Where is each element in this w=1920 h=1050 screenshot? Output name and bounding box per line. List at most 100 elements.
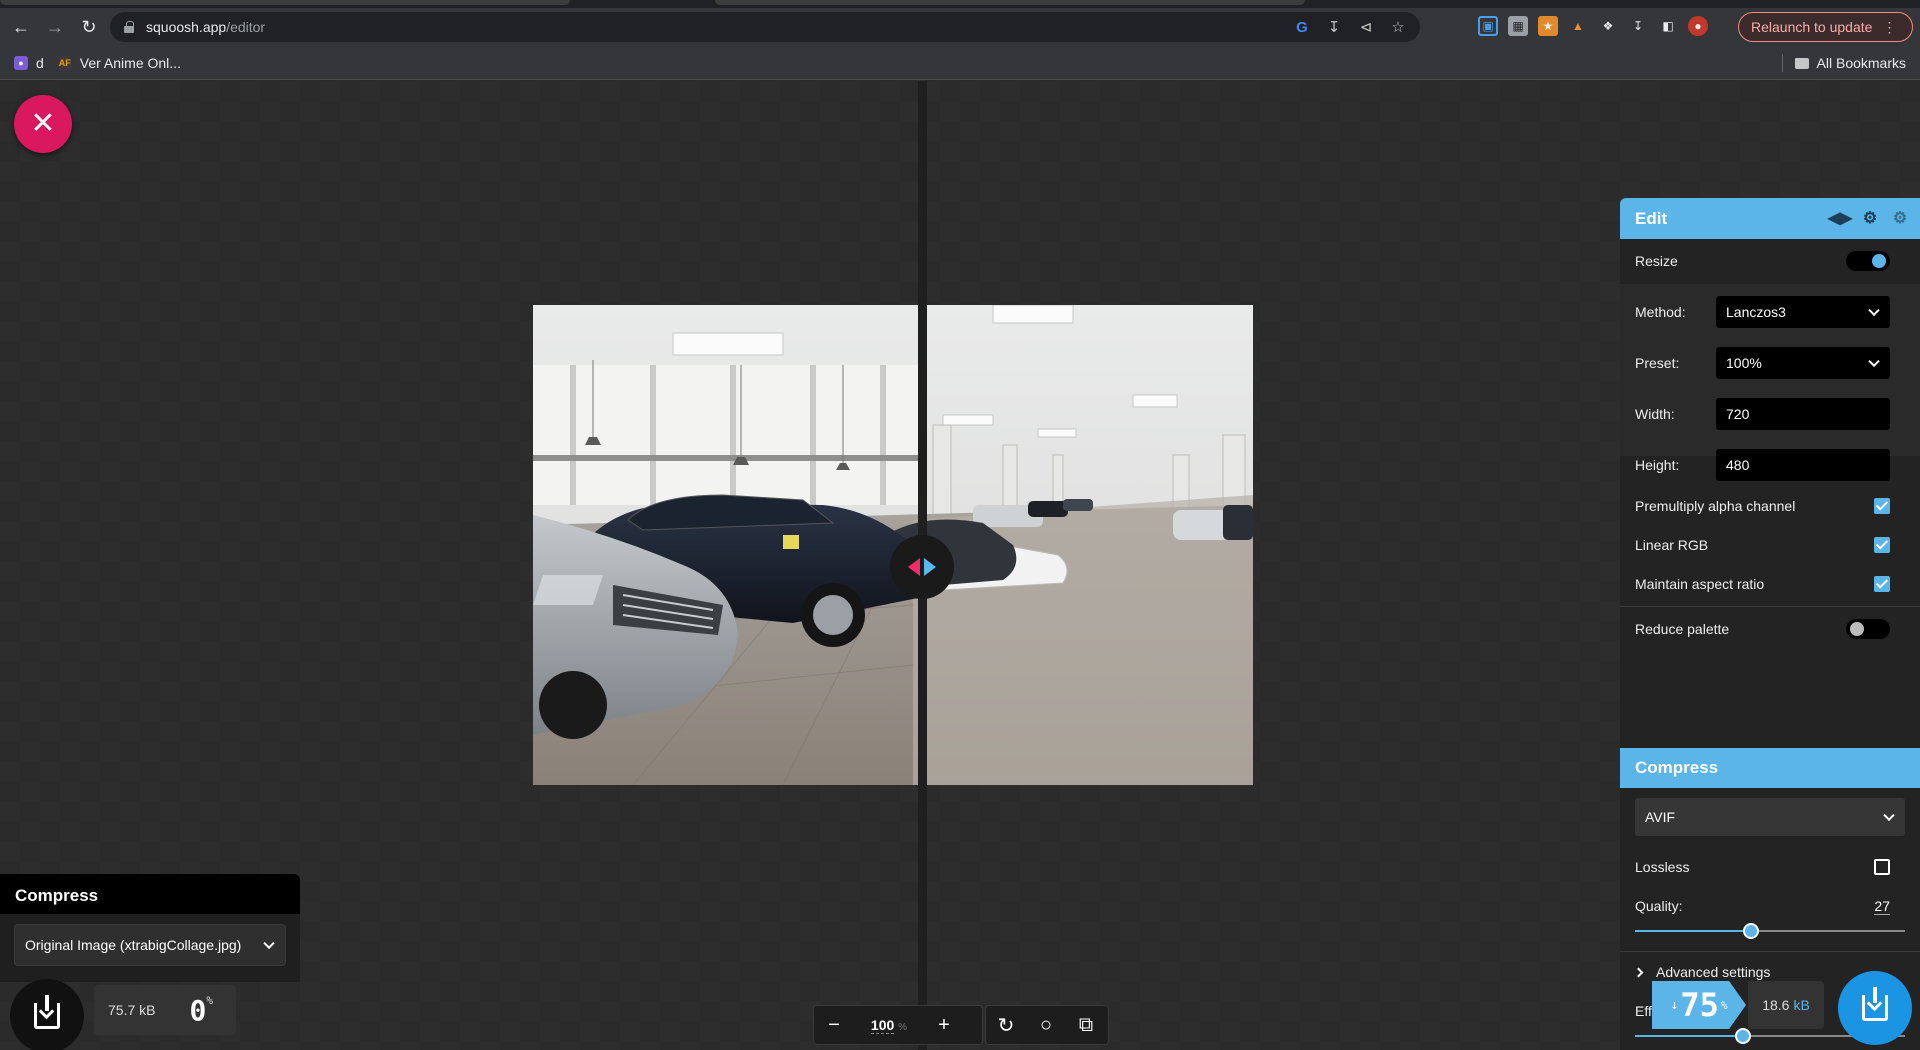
preview-image[interactable] (533, 305, 1253, 785)
reduce-palette-toggle[interactable] (1846, 619, 1890, 639)
height-label: Height: (1635, 457, 1680, 473)
folder-icon (1794, 57, 1809, 69)
quality-value[interactable]: 27 (1874, 898, 1890, 915)
resize-toggle[interactable] (1846, 251, 1890, 271)
width-row: Width: 720 (1635, 398, 1905, 430)
forward-arrow-icon[interactable]: → (42, 14, 68, 40)
advanced-settings-toggle[interactable]: Advanced settings (1633, 964, 1771, 980)
more-menu-icon[interactable]: ⋮ (1882, 19, 1896, 36)
format-value: AVIF (1645, 809, 1676, 825)
bookmark-label: Ver Anime Onl... (79, 54, 181, 71)
all-bookmarks-button[interactable]: All Bookmarks (1781, 54, 1906, 72)
method-select[interactable]: Lanczos3 (1716, 296, 1890, 328)
compressed-size-info: ↓ 75% 18.6 kB (1652, 981, 1824, 1031)
lossless-label: Lossless (1635, 859, 1690, 875)
bookmarks-divider (1781, 54, 1783, 72)
screenshot-extension-icon[interactable]: ▣ (1478, 16, 1498, 36)
rotate-icon[interactable]: ↻ (986, 1006, 1026, 1044)
download-compressed-button[interactable] (1838, 971, 1912, 1045)
linear-rgb-row: Linear RGB (1635, 535, 1905, 555)
zoom-in-button[interactable]: + (924, 1006, 964, 1044)
swap-sides-icon[interactable]: ◀▶ (1828, 208, 1853, 228)
quality-label: Quality: (1635, 898, 1683, 914)
edit-title: Edit (1635, 208, 1668, 228)
lossless-checkbox[interactable] (1874, 859, 1890, 875)
reload-icon[interactable]: ↻ (76, 14, 102, 40)
extension-icon-3[interactable]: ★ (1538, 16, 1558, 36)
install-app-icon[interactable]: ↧ (1324, 17, 1344, 37)
compress-header: Compress (1620, 748, 1920, 788)
resize-label: Resize (1635, 253, 1678, 269)
advanced-settings-label: Advanced settings (1656, 964, 1771, 980)
savings-badge: ↓ 75% (1652, 981, 1746, 1029)
aspect-ratio-label: Maintain aspect ratio (1635, 576, 1765, 592)
close-editor-button[interactable]: ✕ (14, 95, 72, 153)
share-icon[interactable]: ⊲ (1356, 17, 1376, 37)
quality-slider-thumb[interactable] (1742, 923, 1759, 939)
background-toggle-icon[interactable]: ○ (1026, 1006, 1066, 1044)
preset-row: Preset: 100% (1635, 347, 1905, 379)
zoom-level[interactable]: 100 % (854, 1017, 924, 1034)
tab-right[interactable] (715, 0, 1305, 5)
split-scrubber-handle[interactable] (890, 535, 954, 599)
extension-icon-4[interactable]: ▲ (1568, 16, 1588, 36)
extensions-puzzle-icon[interactable]: ❖ (1598, 16, 1618, 36)
reduce-palette-label: Reduce palette (1635, 621, 1730, 637)
fit-to-screen-icon[interactable]: ⧉ (1066, 1006, 1106, 1044)
editor-stage[interactable]: ✕ Compress Original Image (xtrabigCollag… (0, 81, 1920, 1050)
bookmark-item[interactable]: ● d (14, 55, 44, 71)
compress-title: Compress (1635, 758, 1719, 777)
import-settings-icon[interactable]: ⚙ (1890, 208, 1910, 228)
format-select[interactable]: AVIF (1635, 798, 1905, 836)
premultiply-label: Premultiply alpha channel (1635, 498, 1796, 514)
zoom-controls: − 100 % + (813, 1005, 983, 1045)
premultiply-row: Premultiply alpha channel (1635, 496, 1905, 516)
downloads-icon[interactable]: ↧ (1628, 16, 1648, 36)
preset-label: Preset: (1635, 355, 1680, 371)
left-format-select[interactable]: Original Image (xtrabigCollage.jpg) (14, 924, 286, 966)
height-row: Height: 480 (1635, 449, 1905, 481)
close-icon: ✕ (30, 107, 56, 140)
download-icon (34, 995, 60, 1029)
bookmark-star-icon[interactable]: ☆ (1388, 17, 1408, 37)
original-size-info: 75.7 kB 0% (94, 985, 236, 1035)
download-original-button[interactable] (10, 979, 84, 1050)
resize-row: Resize (1635, 250, 1905, 272)
chevron-down-icon (1868, 304, 1880, 317)
premultiply-checkbox[interactable] (1874, 498, 1890, 514)
back-arrow-icon[interactable]: ← (8, 14, 34, 40)
zoom-out-button[interactable]: − (814, 1006, 854, 1044)
edit-header: Edit ◀▶ ⚙ ⚙ (1620, 198, 1920, 239)
copy-settings-icon[interactable]: ⚙ (1860, 208, 1880, 228)
profile-avatar-icon[interactable]: ● (1688, 16, 1708, 36)
extension-icon-2[interactable]: ▦ (1508, 16, 1528, 36)
side-panel-icon[interactable]: ◧ (1658, 16, 1678, 36)
aspect-ratio-row: Maintain aspect ratio (1635, 574, 1905, 594)
preset-select[interactable]: 100% (1716, 347, 1890, 379)
chevron-right-icon (1633, 967, 1644, 977)
aspect-ratio-checkbox[interactable] (1874, 576, 1890, 592)
divider (1620, 606, 1920, 607)
original-percent: 0% (189, 993, 213, 1027)
width-label: Width: (1635, 406, 1675, 422)
tab-left[interactable] (0, 0, 570, 5)
bookmark-item[interactable]: AF Ver Anime Onl... (57, 54, 181, 71)
google-icon[interactable]: G (1292, 17, 1312, 37)
address-bar[interactable]: squoosh.app/editor G ↧ ⊲ ☆ (110, 12, 1420, 42)
bookmark-favicon-icon: ● (14, 55, 28, 70)
right-edit-panel: Edit ◀▶ ⚙ ⚙ Resize Method: Lanczos3 Pres… (1620, 198, 1920, 1050)
quality-slider-fill (1635, 930, 1751, 932)
width-input[interactable]: 720 (1716, 398, 1890, 430)
left-compress-panel: Compress Original Image (xtrabigCollage.… (0, 874, 300, 982)
all-bookmarks-label: All Bookmarks (1816, 55, 1906, 71)
lock-icon[interactable] (124, 21, 134, 33)
showroom-photo (533, 305, 1253, 785)
effort-slider-fill (1635, 1035, 1743, 1037)
linear-rgb-checkbox[interactable] (1874, 537, 1890, 553)
left-panel-title: Compress (0, 874, 300, 914)
quality-slider[interactable] (1635, 923, 1905, 939)
relaunch-button[interactable]: Relaunch to update ⋮ (1738, 12, 1914, 42)
chevron-down-icon (1883, 809, 1895, 822)
height-input[interactable]: 480 (1716, 449, 1890, 481)
linear-rgb-label: Linear RGB (1635, 537, 1709, 553)
